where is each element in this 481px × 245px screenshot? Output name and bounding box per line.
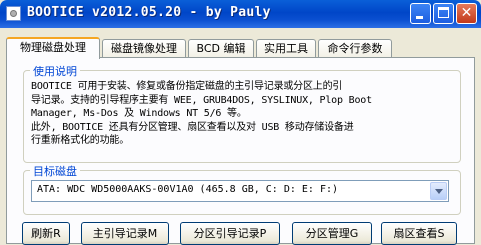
minimize-icon: [416, 16, 423, 19]
app-disk-icon: [6, 6, 21, 21]
tab-disk-image[interactable]: 磁盘镜像处理: [102, 39, 186, 58]
description-line: 导记录。支持的引导程序主要有 WEE, GRUB4DOS, SYSLINUX, …: [31, 94, 372, 106]
description-line: Manager, Ms-Dos 及 Windows NT 5/6 等。: [31, 108, 247, 119]
description-line: BOOTICE 可用于安装、修复或备份指定磁盘的主引导记录或分区上的引: [31, 81, 343, 92]
tab-utilities[interactable]: 实用工具: [256, 39, 316, 58]
target-disk-value: ATA: WDC WD5000AAKS-00V1A0 (465.8 GB, C:…: [37, 184, 339, 195]
tab-bcd-edit[interactable]: BCD 编辑: [188, 39, 254, 58]
refresh-button[interactable]: 刷新R: [22, 222, 70, 245]
maximize-button[interactable]: [433, 3, 454, 24]
tab-physical-disk[interactable]: 物理磁盘处理: [6, 37, 100, 59]
tab-command-line[interactable]: 命令行参数: [318, 39, 392, 58]
maximize-icon: [438, 7, 449, 18]
mbr-button[interactable]: 主引导记录M: [81, 222, 169, 245]
description-line: 行重新格式化的功能。: [31, 135, 129, 146]
description-line: 此外, BOOTICE 还具有分区管理、扇区查看以及对 USB 移动存储设备进: [31, 121, 354, 133]
target-disk-legend: 目标磁盘: [30, 163, 80, 179]
usage-legend: 使用说明: [30, 63, 80, 79]
chevron-down-icon[interactable]: [430, 182, 447, 200]
close-button[interactable]: ✕: [456, 3, 477, 24]
close-icon: ✕: [460, 5, 473, 21]
sector-edit-button[interactable]: 扇区查看S: [381, 222, 457, 245]
usage-description: BOOTICE 可用于安装、修复或备份指定磁盘的主引导记录或分区上的引导记录。支…: [31, 80, 451, 148]
minimize-button[interactable]: [410, 3, 431, 24]
title-bar[interactable]: BOOTICE v2012.05.20 - by Pauly ✕: [0, 0, 481, 28]
pbr-button[interactable]: 分区引导记录P: [180, 222, 280, 245]
window-title: BOOTICE v2012.05.20 - by Pauly: [27, 5, 271, 20]
target-disk-select[interactable]: ATA: WDC WD5000AAKS-00V1A0 (465.8 GB, C:…: [31, 180, 449, 202]
parts-manage-button[interactable]: 分区管理G: [292, 222, 372, 245]
